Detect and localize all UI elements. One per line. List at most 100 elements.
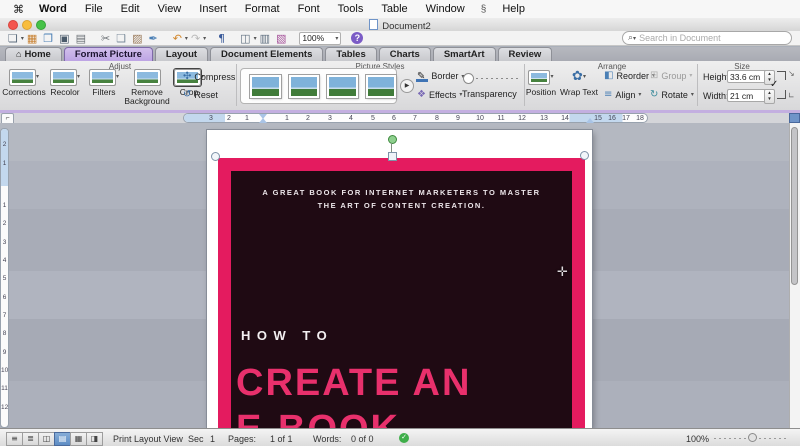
menu-window[interactable]: Window	[417, 3, 474, 15]
effects-button[interactable]: ❖Effects▾	[417, 89, 462, 100]
picture-style-1[interactable]	[250, 75, 281, 98]
copy-button[interactable]: ❑	[113, 32, 129, 45]
picture-style-4[interactable]	[366, 75, 397, 98]
pages-label: Pages:	[228, 434, 256, 444]
document-workspace[interactable]: 21123456789101112 A GREAT BOOK FOR INTER…	[0, 123, 800, 428]
print-button[interactable]: ▤	[73, 32, 89, 45]
ruler-number: 15	[594, 114, 602, 123]
zoom-select[interactable]: 100%▾	[299, 32, 341, 45]
zoom-slider-thumb[interactable]	[748, 433, 757, 442]
tab-home[interactable]: ⌂Home	[5, 47, 62, 61]
reset-button[interactable]: ↺Reset	[183, 89, 218, 100]
tab-tables[interactable]: Tables	[325, 47, 376, 61]
top-left-handle[interactable]	[211, 152, 220, 161]
picture-style-2[interactable]	[289, 75, 320, 98]
tab-format-picture[interactable]: Format Picture	[64, 47, 153, 61]
top-right-handle[interactable]	[580, 151, 589, 160]
top-center-handle[interactable]	[388, 152, 397, 161]
new-document-button[interactable]: ❏	[5, 32, 21, 45]
redo-button[interactable]: ↷	[188, 32, 203, 45]
ruler-toggle-button[interactable]	[789, 113, 800, 123]
save-button[interactable]: ▣	[56, 32, 72, 45]
open-button[interactable]: ❐	[40, 32, 56, 45]
search-box[interactable]: ⌕ ▾	[622, 31, 792, 45]
view-mode-label: Print Layout View	[113, 434, 183, 444]
menu-font[interactable]: Font	[289, 3, 329, 15]
ruler-number: 12	[518, 114, 526, 123]
notebook-view-button[interactable]: ▦	[70, 432, 87, 446]
position-button[interactable]: ▾ Position	[525, 68, 557, 97]
cut-button[interactable]: ✂	[98, 32, 113, 45]
outline-view-button[interactable]: ≣	[22, 432, 39, 446]
apple-menu-icon[interactable]: ⌘	[0, 3, 30, 16]
wrap-text-button[interactable]: ✿▾ Wrap Text	[557, 68, 601, 97]
reorder-button[interactable]: ◧Reorder▾	[604, 70, 655, 81]
transparency-slider[interactable]	[463, 73, 521, 83]
rotation-handle[interactable]	[388, 135, 397, 144]
tab-layout[interactable]: Layout	[155, 47, 208, 61]
ruler-number: 3	[209, 114, 213, 123]
spelling-status-icon[interactable]: ✓	[399, 433, 409, 443]
lock-aspect-ratio-checkbox[interactable]: ✓	[770, 71, 786, 99]
menu-help[interactable]: Help	[493, 3, 534, 15]
help-button[interactable]: ?	[351, 32, 363, 44]
menu-table[interactable]: Table	[372, 3, 416, 15]
ruler-number: 1	[245, 114, 249, 123]
border-button[interactable]: ✎Border▾	[417, 70, 464, 82]
paste-button[interactable]: ▨	[129, 32, 145, 45]
menu-insert[interactable]: Insert	[190, 3, 236, 15]
undo-button[interactable]: ↶	[170, 32, 185, 45]
picture-style-3[interactable]	[327, 75, 358, 98]
menu-tools[interactable]: Tools	[329, 3, 373, 15]
corrections-button[interactable]: ▾ Corrections	[3, 68, 45, 97]
ruler-number: 12	[1, 404, 8, 411]
rotation-handle-stem	[391, 143, 392, 152]
words-value[interactable]: 0 of 0	[351, 434, 374, 444]
vertical-scrollbar-thumb[interactable]	[791, 127, 798, 285]
align-button[interactable]: ≡Align▾	[604, 89, 641, 100]
show-marks-button[interactable]: ¶	[215, 32, 228, 45]
cover-inner-panel: A GREAT BOOK FOR INTERNET MARKETERS TO M…	[231, 171, 572, 428]
focus-view-button[interactable]: ◨	[86, 432, 103, 446]
compress-button[interactable]: ✣Compress	[183, 71, 235, 82]
ruler-number: 2	[1, 141, 8, 148]
gallery-button[interactable]: ▦	[24, 32, 40, 45]
columns-button[interactable]: ◫	[237, 32, 253, 45]
zoom-value: 100%	[302, 33, 324, 43]
publishing-view-button[interactable]: ◫	[38, 432, 55, 446]
tab-document-elements[interactable]: Document Elements	[210, 47, 323, 61]
height-input[interactable]	[727, 70, 767, 83]
horizontal-ruler[interactable]: 321123456789101112131415161718	[183, 113, 648, 123]
filters-button[interactable]: ▾ Filters	[85, 68, 123, 97]
ruler-number: 4	[349, 114, 353, 123]
rotate-button[interactable]: ↻Rotate▾	[650, 89, 694, 100]
tab-review[interactable]: Review	[498, 47, 553, 61]
applescript-menu-icon[interactable]: §	[474, 4, 494, 15]
remove-background-button[interactable]: Remove Background	[122, 68, 172, 105]
menu-format[interactable]: Format	[236, 3, 289, 15]
menu-word[interactable]: Word	[30, 3, 76, 15]
more-styles-button[interactable]: ▶	[400, 79, 414, 93]
ebook-cover-image[interactable]: A GREAT BOOK FOR INTERNET MARKETERS TO M…	[218, 158, 585, 428]
width-input[interactable]	[727, 89, 767, 102]
draft-view-button[interactable]: ≡	[6, 432, 23, 446]
tab-charts[interactable]: Charts	[379, 47, 431, 61]
pages-value[interactable]: 1 of 1	[270, 434, 293, 444]
document-page[interactable]: A GREAT BOOK FOR INTERNET MARKETERS TO M…	[207, 130, 592, 428]
menu-edit[interactable]: Edit	[112, 3, 149, 15]
vertical-ruler[interactable]: 21123456789101112	[0, 128, 9, 428]
recolor-button[interactable]: ▾ Recolor	[45, 68, 85, 97]
ruler-number: 1	[1, 160, 8, 167]
media-browser-button[interactable]: ▧	[273, 32, 289, 45]
format-painter-button[interactable]: ✒	[145, 32, 160, 45]
toolbox-button[interactable]: ▥	[257, 32, 273, 45]
ribbon-resize-icon[interactable]: ↘	[788, 69, 795, 78]
print-layout-view-button[interactable]: ▤	[54, 432, 71, 446]
ruler-number: 6	[392, 114, 396, 123]
menu-file[interactable]: File	[76, 3, 112, 15]
tab-smartart[interactable]: SmartArt	[433, 47, 496, 61]
transparency-slider-thumb[interactable]	[463, 73, 474, 84]
search-input[interactable]	[636, 33, 786, 43]
remove-background-icon	[134, 69, 161, 86]
menu-view[interactable]: View	[149, 3, 191, 15]
